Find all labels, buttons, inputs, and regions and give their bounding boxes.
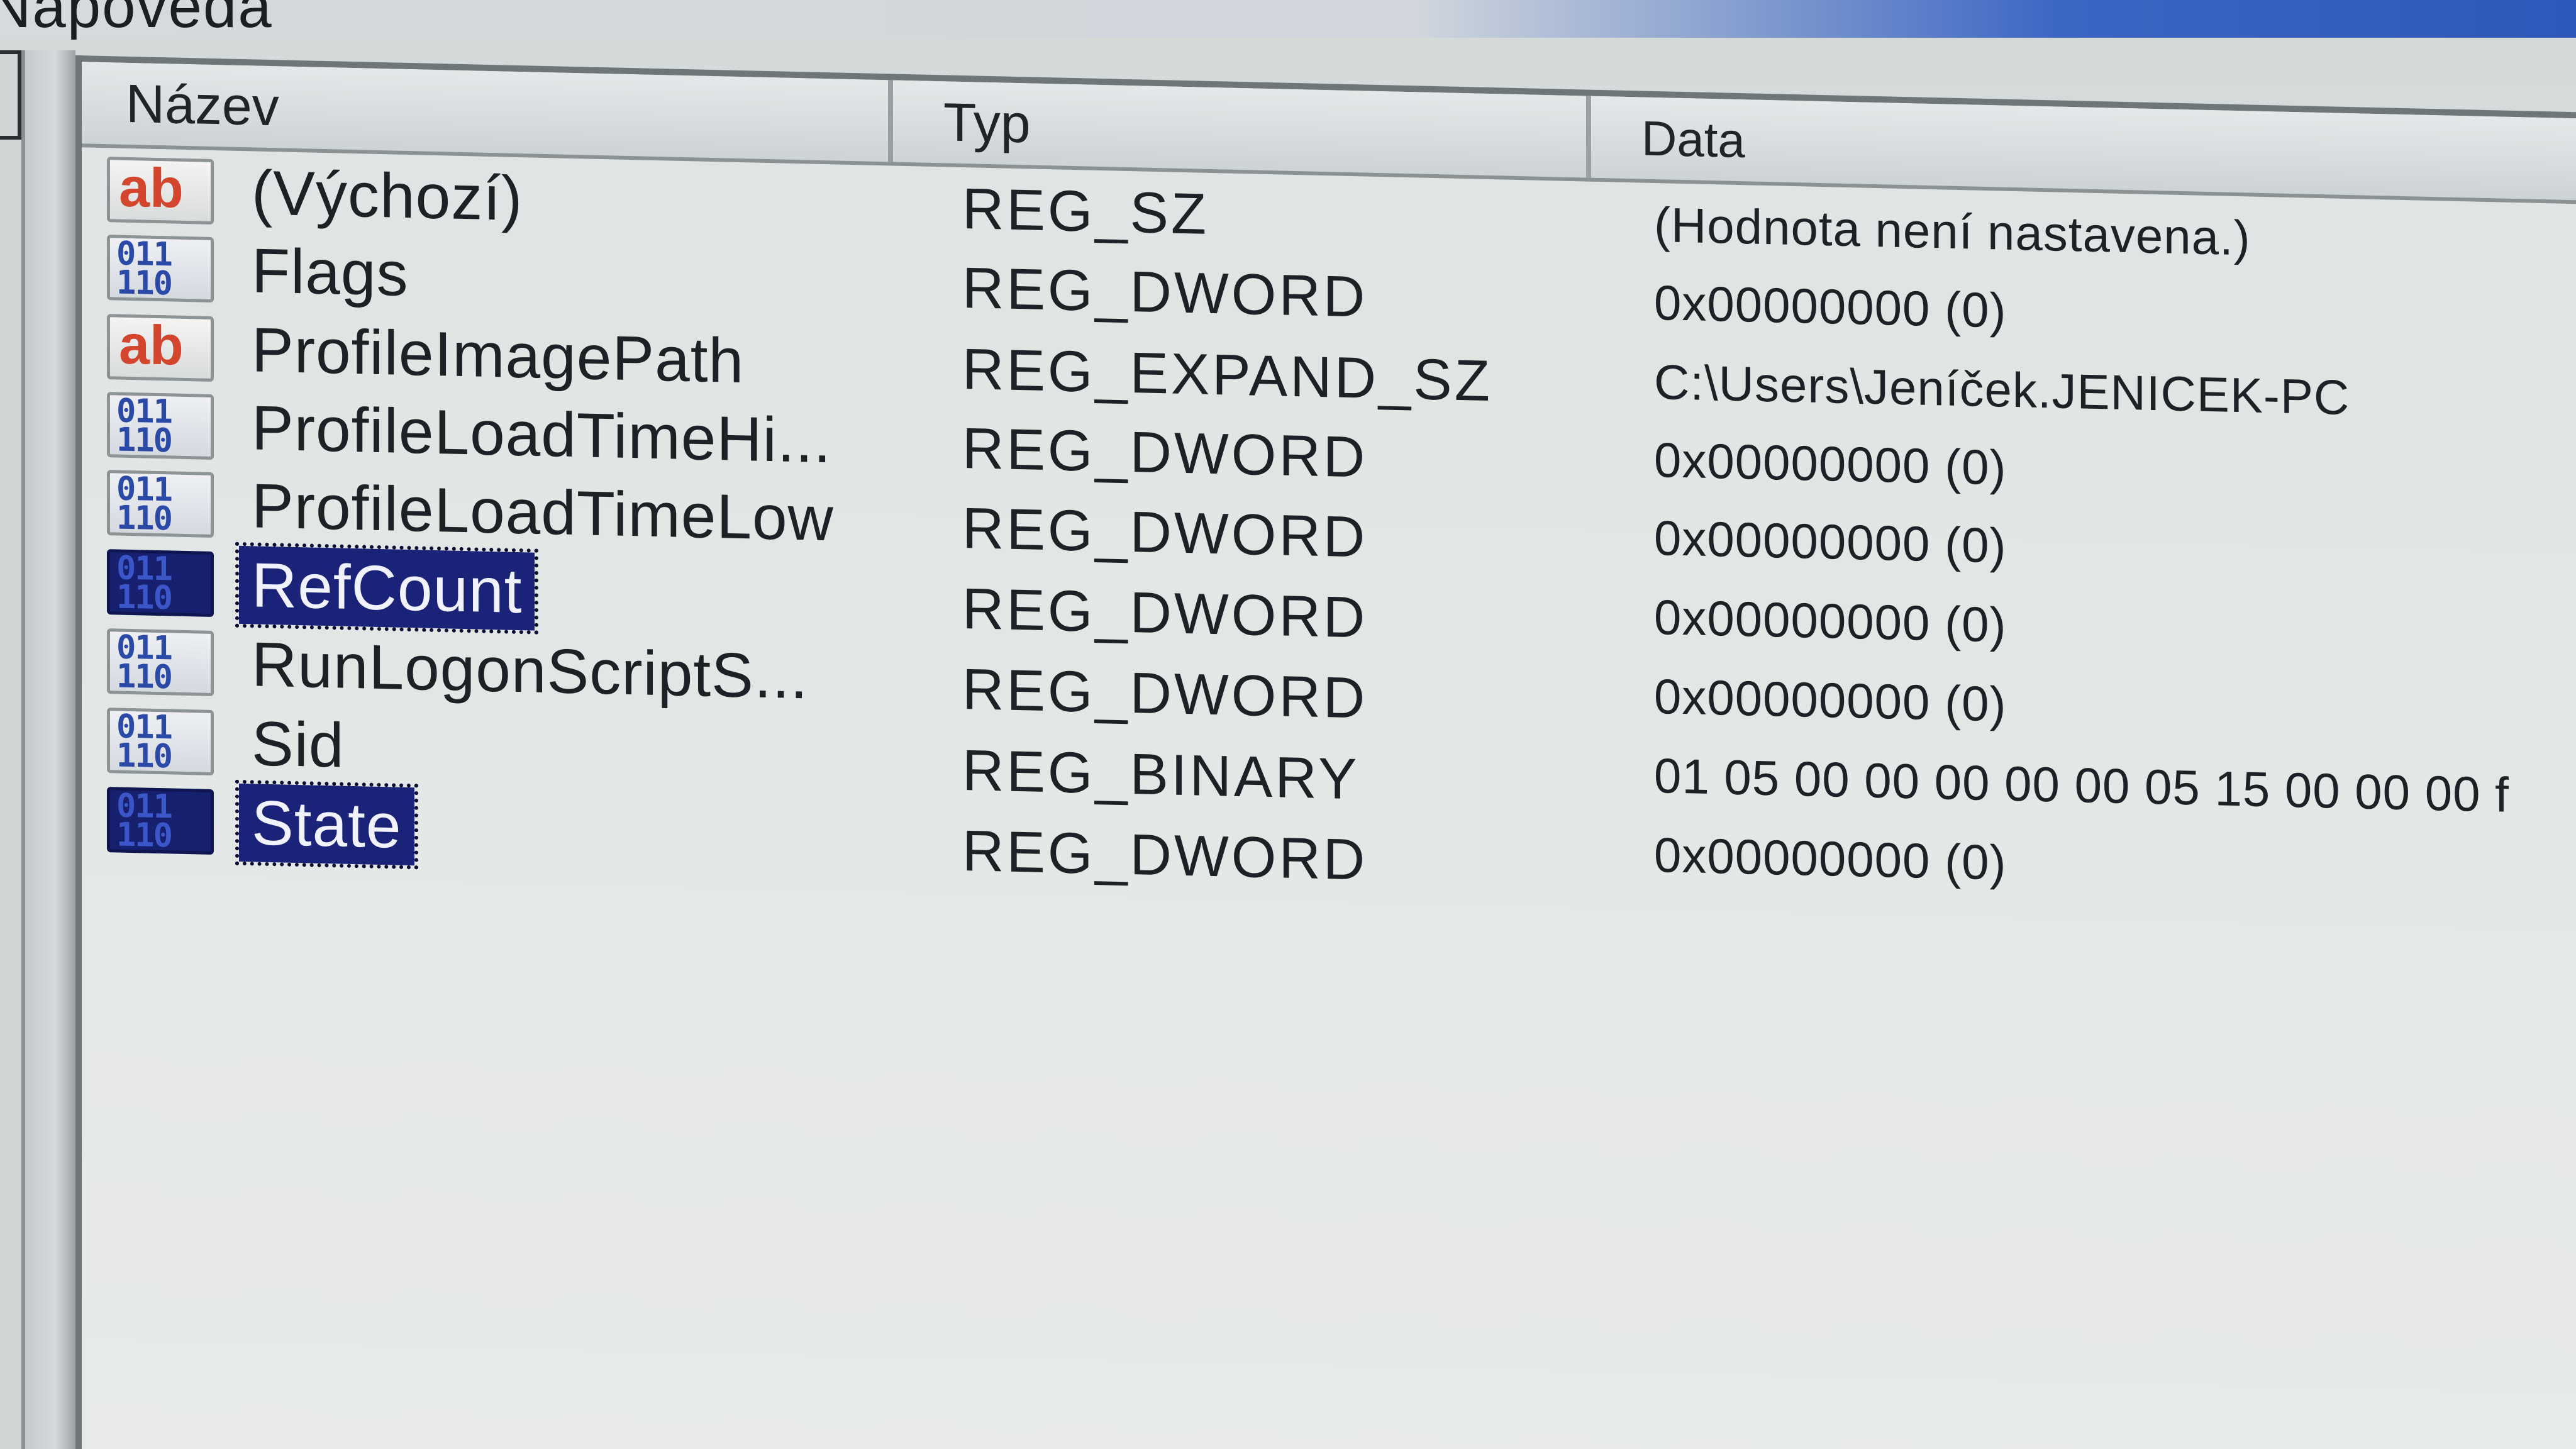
- binary-value-icon: 011 110: [107, 549, 214, 617]
- binary-glyph: 011 110: [116, 628, 172, 697]
- column-header-name[interactable]: Název: [82, 62, 893, 162]
- value-name[interactable]: RunLogonScriptS...: [239, 625, 821, 716]
- value-name[interactable]: Flags: [239, 231, 421, 314]
- string-value-icon: ab: [107, 313, 214, 382]
- column-header-type[interactable]: Typ: [893, 80, 1591, 178]
- string-value-icon: ab: [107, 155, 214, 225]
- binary-value-icon: 011 110: [107, 708, 214, 775]
- pane-splitter[interactable]: [25, 50, 75, 1449]
- value-data: 0x00000000 (0): [1654, 274, 2007, 338]
- value-name[interactable]: ProfileLoadTimeHi...: [239, 389, 844, 480]
- binary-value-icon: 011 110: [107, 235, 214, 303]
- value-name[interactable]: Sid: [239, 704, 357, 785]
- menu-help[interactable]: Nápověda: [0, 0, 273, 42]
- string-glyph: ab: [119, 313, 184, 377]
- binary-value-icon: 011 110: [107, 470, 214, 538]
- value-data: (Hodnota není nastavena.): [1654, 196, 2251, 266]
- value-data: 0x00000000 (0): [1654, 431, 2007, 496]
- value-type: REG_DWORD: [962, 256, 1368, 330]
- string-glyph: ab: [119, 155, 184, 219]
- binary-glyph: 011 110: [116, 235, 172, 303]
- value-data: C:\Users\Jeníček.JENICEK-PC: [1654, 353, 2350, 426]
- binary-value-icon: 011 110: [107, 392, 214, 460]
- value-data: 0x00000000 (0): [1654, 589, 2007, 653]
- menu-bar: Nápověda: [0, 0, 2576, 40]
- value-name[interactable]: State: [235, 779, 418, 870]
- value-data: 0x00000000 (0): [1654, 509, 2007, 574]
- binary-value-icon: 011 110: [107, 787, 214, 855]
- tree-scrollbar-edge[interactable]: [0, 50, 21, 140]
- value-type: REG_DWORD: [962, 416, 1368, 490]
- binary-glyph: 011 110: [116, 708, 172, 776]
- binary-glyph: 011 110: [116, 392, 172, 460]
- value-name[interactable]: RefCount: [235, 541, 539, 635]
- value-data: 0x00000000 (0): [1654, 668, 2007, 732]
- binary-glyph: 011 110: [116, 470, 172, 538]
- binary-value-icon: 011 110: [107, 628, 214, 696]
- value-name[interactable]: ProfileLoadTimeLow: [239, 467, 847, 558]
- key-tree-pane[interactable]: [0, 50, 25, 1449]
- binary-glyph: 011 110: [116, 549, 172, 618]
- binary-glyph: 011 110: [116, 787, 172, 855]
- value-data: 0x00000000 (0): [1654, 826, 2007, 891]
- column-header-data[interactable]: Data: [1591, 96, 2576, 201]
- value-name[interactable]: (Výchozí): [239, 153, 535, 238]
- value-type: REG_DWORD: [962, 819, 1368, 892]
- value-type: REG_SZ: [962, 176, 1209, 247]
- value-name[interactable]: ProfileImagePath: [239, 311, 757, 401]
- values-list[interactable]: Název Typ Data ab (Výchozí) REG_SZ (Hodnota…: [75, 55, 2576, 1449]
- registry-editor-window: Nápověda Název Typ Data ab (Výchozí) REG_S…: [0, 0, 2576, 1449]
